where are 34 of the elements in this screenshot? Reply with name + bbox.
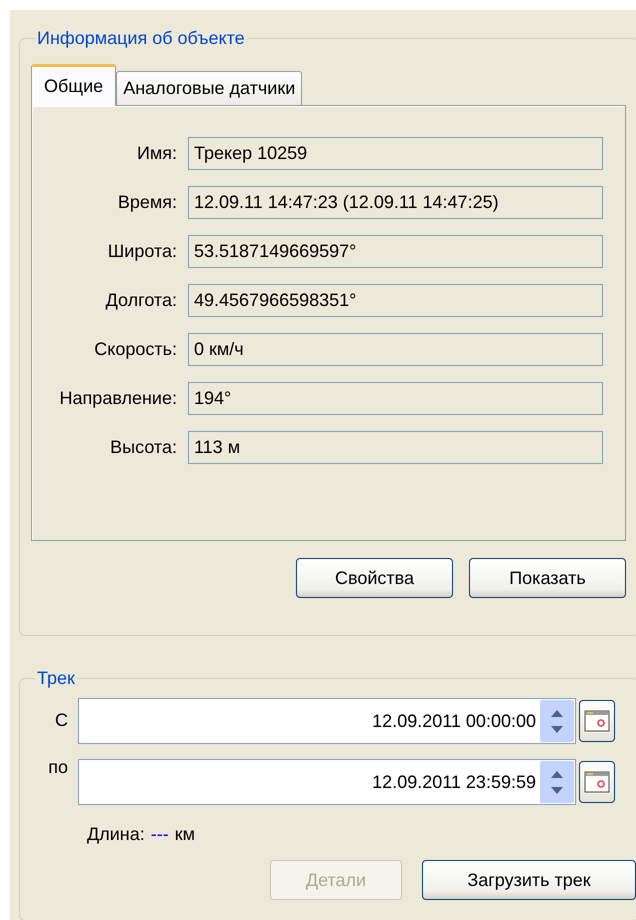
field-label: Время:: [116, 192, 177, 213]
read-only-field: 53.5187149669597°: [188, 235, 603, 268]
tab[interactable]: Аналоговые датчики: [116, 71, 302, 105]
length-label: Длина:: [87, 824, 145, 845]
calendar-icon: [584, 771, 610, 793]
read-only-field: Трекер 10259: [188, 137, 603, 170]
length-value: ---: [150, 824, 169, 845]
field-label: Направление:: [58, 388, 177, 409]
read-only-field: 194°: [188, 382, 603, 415]
button[interactable]: Загрузить трек: [422, 860, 636, 900]
date-time-field[interactable]: 12.09.2011 23:59:59: [78, 759, 576, 805]
calendar-icon: [584, 710, 610, 732]
group-title: Трек: [36, 668, 76, 689]
calendar-button[interactable]: [579, 761, 615, 803]
spinner-icon[interactable]: [540, 700, 574, 742]
read-only-field: 49.4567966598351°: [188, 284, 603, 317]
field-label: по: [47, 757, 69, 778]
field-label: С: [54, 710, 69, 731]
group-title: Информация об объекте: [36, 28, 246, 49]
spinner-icon[interactable]: [540, 761, 574, 803]
length-unit: км: [174, 824, 195, 845]
read-only-field: 0 км/ч: [188, 333, 603, 366]
button[interactable]: Показать: [469, 558, 626, 598]
field-label: Высота:: [109, 437, 177, 458]
read-only-field: 113 м: [188, 431, 603, 464]
field-label: Долгота:: [104, 290, 177, 311]
button[interactable]: Свойства: [296, 558, 453, 598]
field-label: Имя:: [136, 143, 177, 164]
read-only-field: 12.09.11 14:47:23 (12.09.11 14:47:25): [188, 186, 603, 219]
tab[interactable]: Общие: [31, 64, 116, 106]
field-label: Скорость:: [93, 339, 177, 360]
field-label: Широта:: [106, 241, 177, 262]
date-time-field[interactable]: 12.09.2011 00:00:00: [78, 698, 576, 744]
calendar-button[interactable]: [579, 700, 615, 742]
